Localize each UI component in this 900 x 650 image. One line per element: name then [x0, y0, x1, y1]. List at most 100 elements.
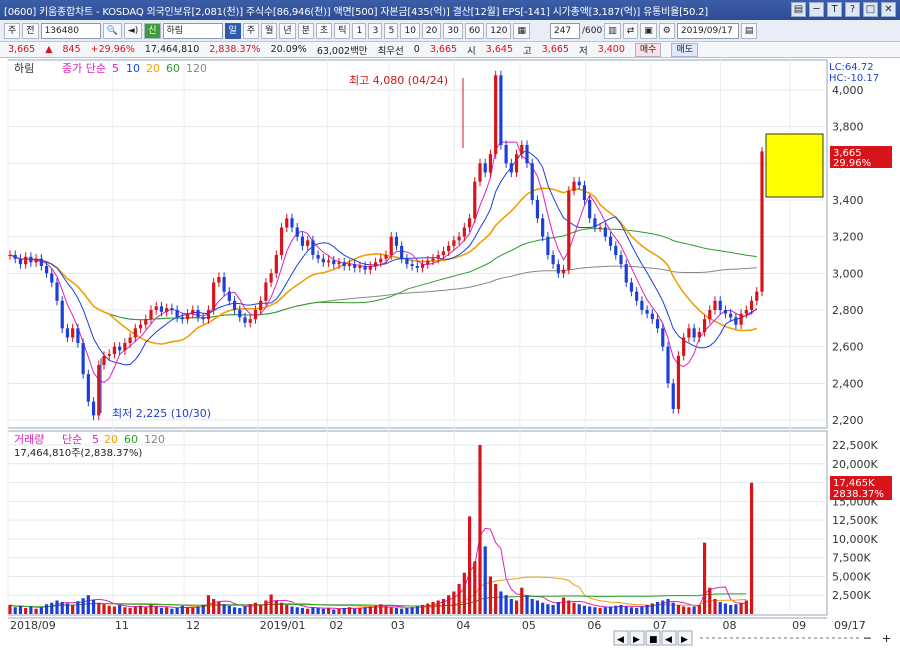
close-icon[interactable]: ✕ — [881, 2, 896, 17]
candle-body — [619, 255, 623, 265]
search-icon[interactable]: 🔍 — [102, 22, 122, 39]
interval-120[interactable]: 120 — [486, 22, 512, 39]
zoom-in-icon[interactable]: + — [882, 632, 891, 645]
volume-bar — [671, 602, 675, 614]
view-select[interactable]: 전 — [22, 22, 39, 39]
candle-body — [546, 236, 550, 255]
candle-body — [447, 245, 451, 252]
volume-bar — [530, 598, 534, 614]
volume-bar — [285, 604, 289, 614]
volume-bar — [739, 602, 743, 614]
scroll-left-icon[interactable]: ◀ — [617, 635, 624, 645]
chart-icon[interactable]: ▥ — [604, 22, 621, 39]
candle-body — [614, 245, 618, 255]
timeframe-week[interactable]: 주 — [242, 22, 260, 39]
minimize-icon[interactable]: ─ — [809, 2, 824, 17]
candle-body — [44, 266, 49, 274]
candle-body — [514, 154, 519, 173]
maximize-icon[interactable]: □ — [863, 2, 878, 17]
interval-60[interactable]: 60 — [464, 22, 485, 39]
timeframe-tick[interactable]: 틱 — [334, 22, 351, 39]
candle-body — [264, 282, 268, 301]
help-icon[interactable]: ? — [845, 2, 860, 17]
volume-bar — [264, 600, 268, 614]
compare-icon[interactable]: ⇄ — [622, 22, 639, 39]
highlight-box[interactable] — [765, 133, 824, 198]
x-tick-label: 05 — [522, 619, 536, 632]
candle-body — [629, 282, 634, 292]
candle-body — [24, 256, 28, 265]
volume-bar — [154, 606, 158, 614]
chart-stock-label: 하림 — [14, 61, 34, 75]
volume-bar — [713, 598, 717, 614]
timeframe-month[interactable]: 월 — [261, 22, 278, 39]
interval-20[interactable]: 20 — [421, 22, 442, 39]
interval-10[interactable]: 10 — [400, 22, 420, 39]
candle-body — [473, 181, 477, 219]
volume-bar — [572, 602, 576, 614]
volume-bar — [514, 600, 519, 614]
volume-bar — [353, 608, 357, 614]
volume-bar — [546, 604, 550, 614]
timeframe-day[interactable]: 일 — [224, 22, 241, 39]
candle-body — [316, 255, 320, 259]
volume-bar — [8, 604, 12, 614]
scroll-right-icon[interactable]: ▶ — [633, 635, 640, 645]
candle-body — [400, 245, 404, 259]
stock-chart[interactable]: 4,0003,8003,6003,4003,2003,0002,8002,600… — [0, 58, 900, 650]
candle-body — [488, 154, 493, 173]
volume-bar — [180, 605, 184, 614]
prev-icon[interactable]: ◀ — [665, 635, 672, 645]
next-icon[interactable]: ▶ — [681, 635, 688, 645]
candle-body — [81, 343, 85, 375]
sell-button[interactable]: 매도 — [671, 42, 699, 57]
stock-code-input[interactable]: 136480 — [40, 22, 101, 39]
low-price: 3,400 — [597, 44, 625, 55]
menu-icon[interactable]: ▤ — [791, 2, 806, 17]
stop-icon[interactable]: ■ — [649, 635, 658, 645]
volume-bar — [676, 604, 681, 614]
candle-body — [91, 401, 96, 416]
volume-bar — [593, 607, 597, 614]
timeframe-minute[interactable]: 분 — [297, 22, 314, 39]
interval-3[interactable]: 3 — [368, 22, 383, 39]
date-input[interactable]: 2019/09/17 — [676, 22, 739, 39]
candle-body — [102, 355, 106, 365]
text-icon[interactable]: T — [827, 2, 842, 17]
interval-1[interactable]: 1 — [352, 22, 367, 39]
candle-body — [8, 255, 12, 256]
interval-5[interactable]: 5 — [384, 22, 399, 39]
interval-30[interactable]: 30 — [443, 22, 463, 39]
x-tick-label: 06 — [587, 619, 601, 632]
stock-name-field[interactable]: 하림 — [162, 22, 223, 39]
save-icon[interactable]: ▣ — [640, 22, 657, 39]
candle-body — [342, 262, 346, 266]
volume-bar — [50, 602, 54, 614]
x-tick-label: 04 — [456, 619, 470, 632]
volume-bar — [368, 606, 372, 614]
volume-bar — [436, 600, 440, 614]
calendar-icon[interactable]: ▤ — [740, 22, 758, 39]
zoom-out-icon[interactable]: ─ — [863, 632, 871, 645]
candle-body — [436, 255, 440, 259]
volume-bar — [426, 603, 430, 614]
volume-bar — [729, 604, 733, 614]
candle-body — [13, 255, 17, 259]
count-input[interactable]: 247 — [549, 22, 580, 39]
candle-body — [671, 383, 675, 409]
candle-body — [608, 236, 613, 246]
volume-bar — [34, 608, 38, 614]
high-annotation: 최고 4,080 (04/24) — [349, 74, 448, 87]
volume-bar — [337, 608, 341, 614]
timeframe-second[interactable]: 초 — [315, 22, 333, 39]
volume-bar — [97, 602, 101, 614]
settings-icon[interactable]: ⚙ — [658, 22, 675, 39]
candle-body — [734, 317, 738, 325]
timeframe-year[interactable]: 년 — [279, 22, 296, 39]
favorite-icon[interactable]: 신 — [144, 22, 161, 39]
sound-icon[interactable]: ◄) — [123, 22, 143, 39]
period-select[interactable]: 주 — [4, 22, 21, 39]
list-icon[interactable]: ▦ — [513, 22, 530, 39]
buy-button[interactable]: 매수 — [634, 42, 662, 57]
candle-body — [666, 346, 670, 384]
